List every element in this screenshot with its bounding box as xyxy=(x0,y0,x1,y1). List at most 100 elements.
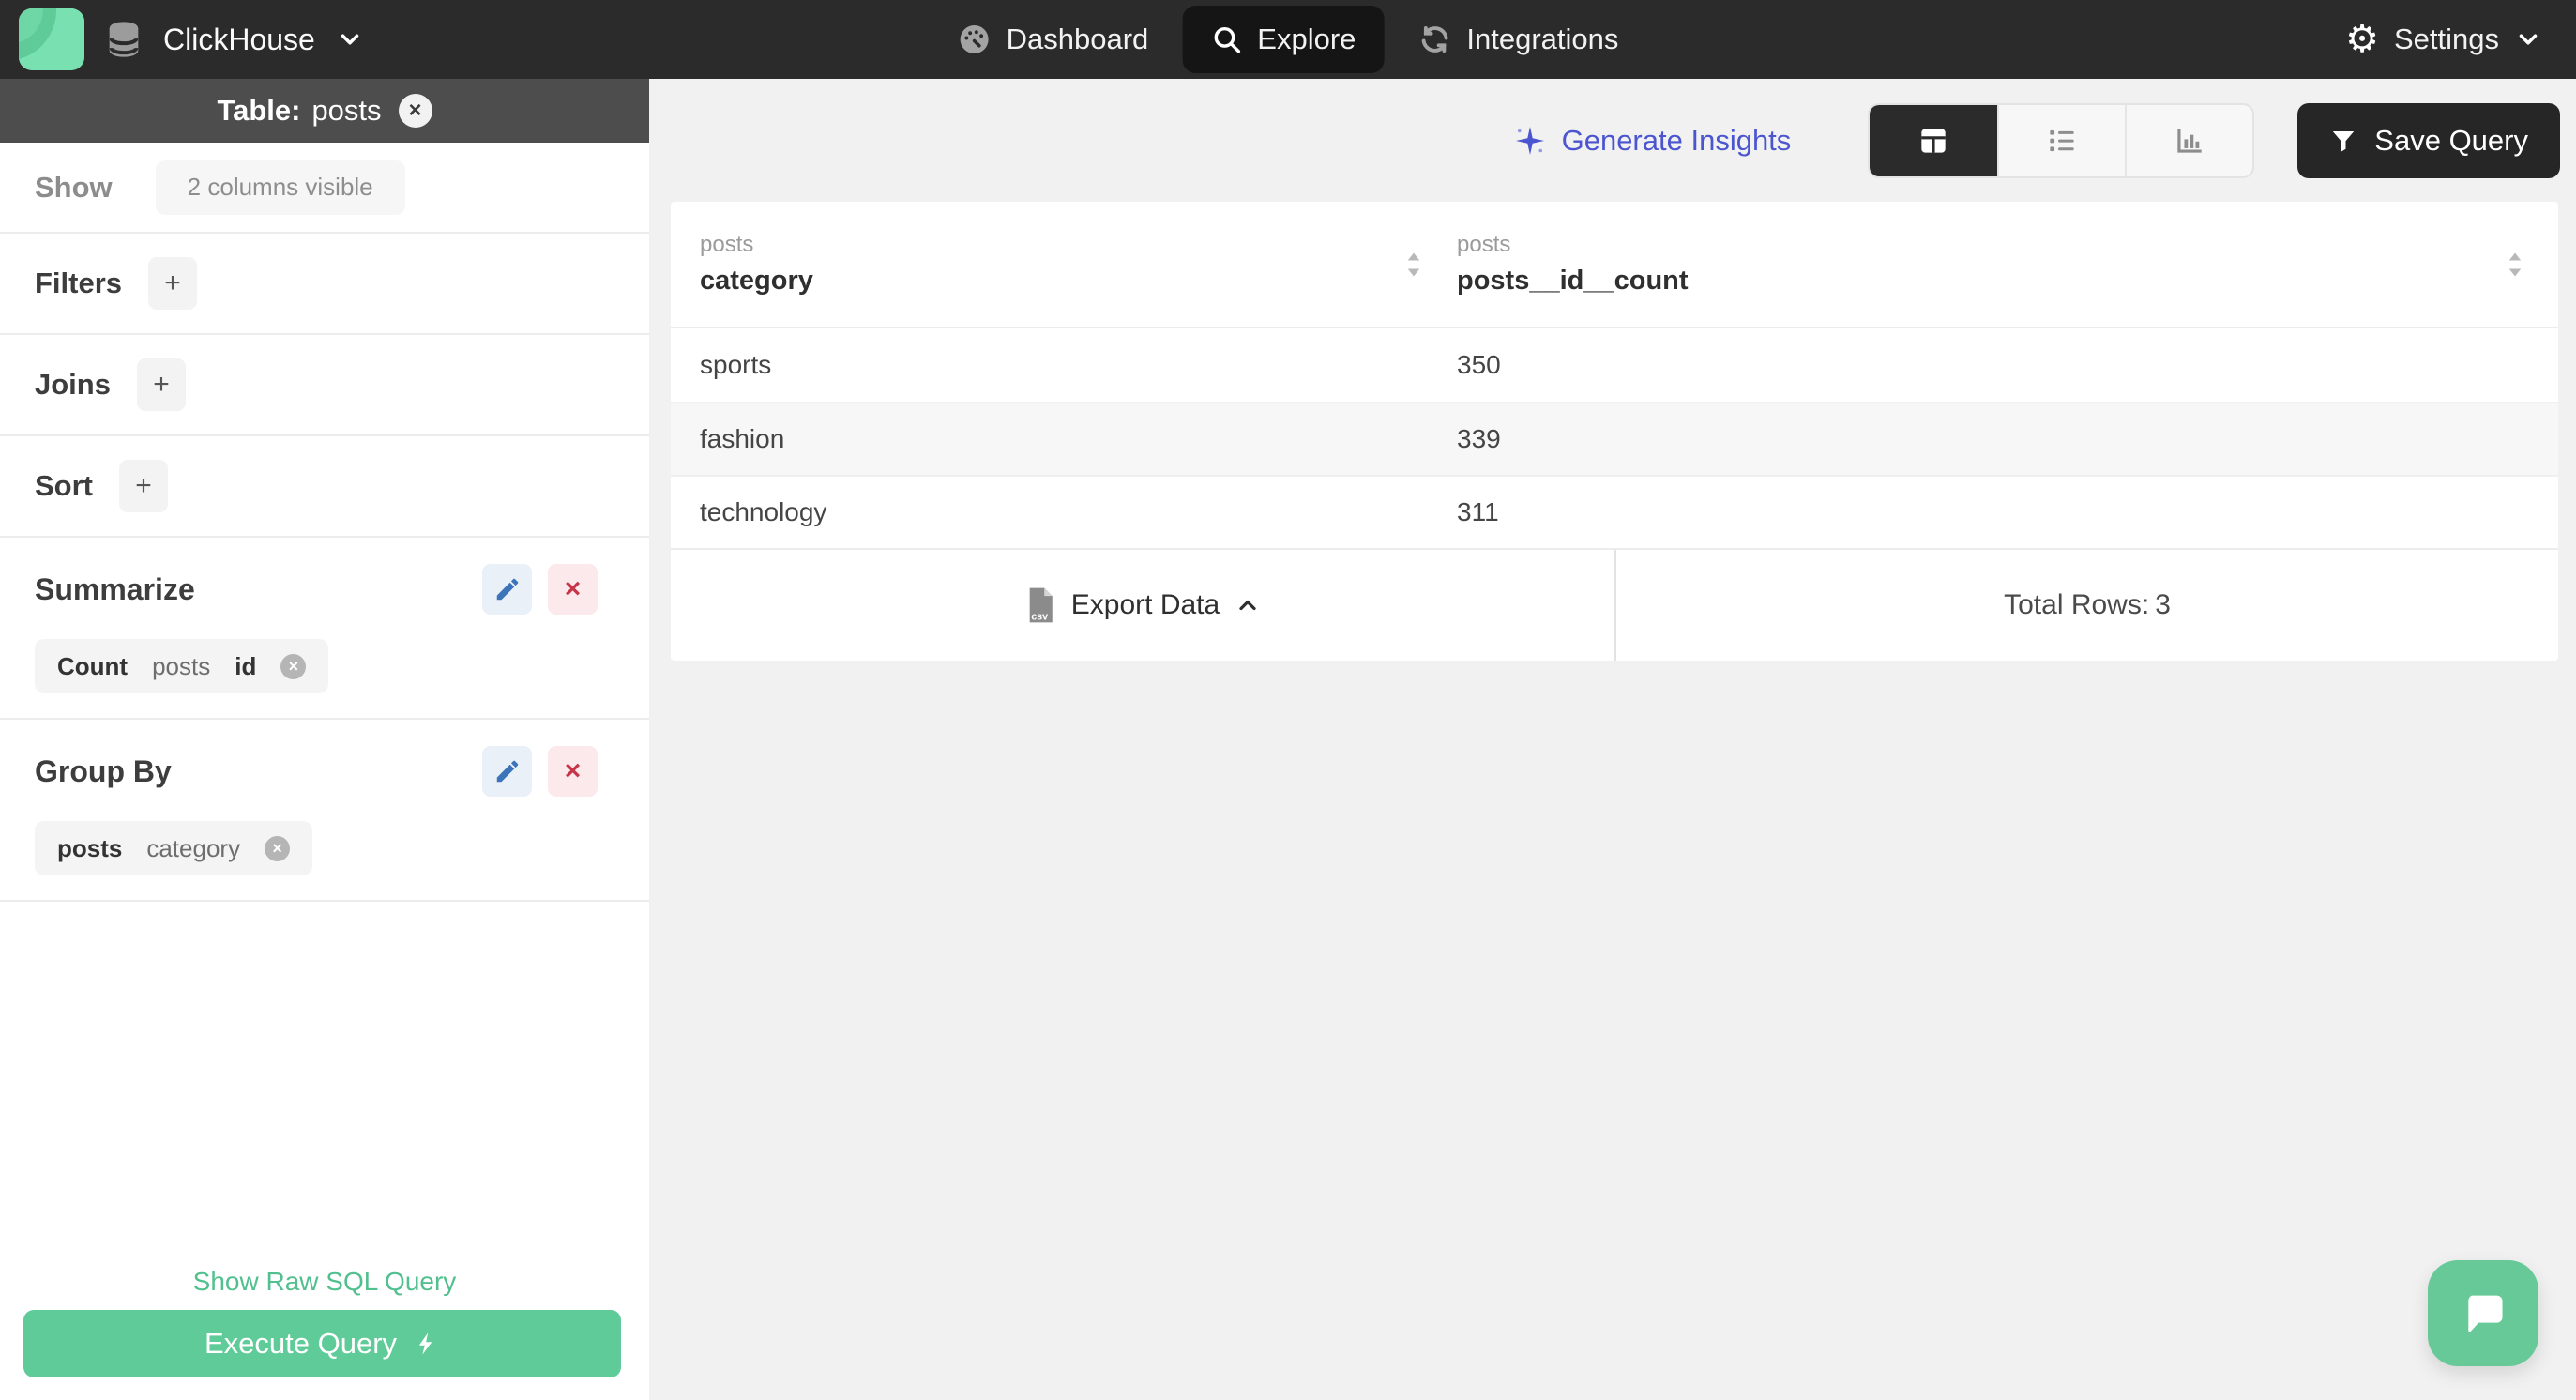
x-icon: × xyxy=(564,755,582,786)
sync-icon xyxy=(1417,23,1451,56)
cell-category: technology xyxy=(700,497,827,526)
query-builder-sidebar: Table: posts × Show 2 columns visible Fi… xyxy=(0,79,649,1400)
export-data-label: Export Data xyxy=(1070,589,1220,620)
sidebar-footer: Show Raw SQL Query Execute Query xyxy=(0,1231,649,1400)
chat-bubble-icon xyxy=(2456,1286,2510,1341)
settings-menu[interactable]: ⚙ Settings xyxy=(2345,21,2542,58)
summarize-section: Summarize × Count posts id × xyxy=(0,538,649,720)
nav-label: Dashboard xyxy=(1006,23,1149,55)
results-table: posts category posts posts__id__count sp… xyxy=(671,202,2558,661)
sort-toggle-icon[interactable] xyxy=(2502,249,2528,281)
column-header-count[interactable]: posts posts__id__count xyxy=(1457,202,2558,327)
column-group: posts xyxy=(1457,232,1511,257)
column-group: posts xyxy=(700,232,754,257)
column-header-category[interactable]: posts category xyxy=(671,202,1457,327)
column-name: category xyxy=(700,266,813,296)
nav-item-integrations[interactable]: Integrations xyxy=(1417,23,1618,56)
remove-table-button[interactable]: × xyxy=(398,94,432,128)
cell-category: sports xyxy=(700,350,772,379)
columns-visible-chip[interactable]: 2 columns visible xyxy=(155,160,405,215)
group-by-section: Group By × posts category × xyxy=(0,720,649,902)
settings-label: Settings xyxy=(2393,23,2499,55)
joins-section: Joins + xyxy=(0,335,649,436)
execute-query-label: Execute Query xyxy=(204,1327,398,1360)
results-toolbar: Generate Insights Save Query xyxy=(649,79,2576,202)
remove-chip-button[interactable]: × xyxy=(265,835,291,861)
generate-insights-label: Generate Insights xyxy=(1561,123,1792,157)
remove-group-by-button[interactable]: × xyxy=(548,746,598,797)
cell-category: fashion xyxy=(700,424,785,453)
table-view-button[interactable] xyxy=(1870,104,1998,176)
chip-aggregate: Count xyxy=(57,651,129,680)
execute-query-button[interactable]: Execute Query xyxy=(23,1310,621,1377)
table-row[interactable]: fashion 339 xyxy=(671,402,2558,475)
chevron-down-icon xyxy=(336,25,364,53)
generate-insights-link[interactable]: Generate Insights xyxy=(1513,123,1792,158)
group-by-chip: posts category × xyxy=(35,821,313,875)
chip-table: posts xyxy=(57,833,123,862)
view-toggle-group xyxy=(1868,102,2255,178)
remove-chip-button[interactable]: × xyxy=(280,653,307,679)
chart-view-button[interactable] xyxy=(2125,104,2252,176)
joins-label: Joins xyxy=(35,368,111,401)
chip-column: id xyxy=(235,651,257,680)
caret-up-icon xyxy=(1235,592,1261,618)
chip-column: category xyxy=(146,833,241,862)
plus-icon: + xyxy=(164,267,181,298)
add-join-button[interactable]: + xyxy=(136,358,186,411)
add-filter-button[interactable]: + xyxy=(148,257,198,310)
nav-item-explore[interactable]: Explore xyxy=(1182,6,1385,73)
clickhouse-logo-icon xyxy=(19,8,84,70)
filters-label: Filters xyxy=(35,266,123,299)
table-name: posts xyxy=(311,94,382,127)
gear-icon: ⚙ xyxy=(2345,19,2379,60)
pencil-icon xyxy=(493,757,522,785)
nav-label: Integrations xyxy=(1466,23,1619,55)
table-view-icon xyxy=(1916,123,1951,159)
add-sort-button[interactable]: + xyxy=(119,460,168,512)
plus-icon: + xyxy=(153,369,170,400)
sparkle-icon xyxy=(1513,124,1547,158)
list-view-button[interactable] xyxy=(1997,104,2125,176)
save-query-button[interactable]: Save Query xyxy=(2297,102,2560,178)
brand[interactable]: ClickHouse xyxy=(19,8,364,70)
nav-label: Explore xyxy=(1257,23,1356,55)
nav-item-dashboard[interactable]: Dashboard xyxy=(958,23,1149,56)
column-name: posts__id__count xyxy=(1457,266,1689,296)
cell-count: 311 xyxy=(1457,497,1499,526)
summarize-title: Summarize xyxy=(35,571,195,606)
show-section: Show 2 columns visible xyxy=(0,143,649,234)
sort-section: Sort + xyxy=(0,436,649,538)
table-row[interactable]: sports 350 xyxy=(671,328,2558,402)
plus-icon: + xyxy=(135,470,152,501)
total-rows-indicator: Total Rows: 3 xyxy=(1614,550,2558,661)
filters-section: Filters + xyxy=(0,234,649,335)
chip-table: posts xyxy=(152,651,211,680)
close-icon: × xyxy=(288,656,299,676)
group-by-title: Group By xyxy=(35,753,172,788)
table-row[interactable]: technology 311 xyxy=(671,475,2558,548)
gauge-icon xyxy=(958,23,992,56)
pencil-icon xyxy=(493,575,522,603)
close-icon: × xyxy=(272,838,282,858)
lightning-bolt-icon xyxy=(414,1331,440,1357)
table-header-bar: Table: posts × xyxy=(0,79,649,143)
sort-label: Sort xyxy=(35,469,93,502)
chevron-down-icon xyxy=(2514,25,2542,53)
summarize-chip: Count posts id × xyxy=(35,639,329,693)
total-rows-label: Total Rows: xyxy=(2004,589,2150,620)
results-area: Generate Insights Save Query posts categ… xyxy=(649,79,2576,1400)
x-icon: × xyxy=(564,573,582,604)
sort-toggle-icon[interactable] xyxy=(1401,249,1427,281)
show-raw-sql-link[interactable]: Show Raw SQL Query xyxy=(0,1267,649,1297)
remove-summarize-button[interactable]: × xyxy=(548,564,598,615)
top-nav: ClickHouse Dashboard Explore Integration… xyxy=(0,0,2576,79)
edit-group-by-button[interactable] xyxy=(482,746,532,797)
edit-summarize-button[interactable] xyxy=(482,564,532,615)
export-data-button[interactable]: csv Export Data xyxy=(671,550,1614,661)
chat-widget-button[interactable] xyxy=(2428,1260,2538,1366)
table-header-row: posts category posts posts__id__count xyxy=(671,202,2558,328)
table-footer: csv Export Data Total Rows: 3 xyxy=(671,548,2558,661)
list-view-icon xyxy=(2044,123,2080,159)
database-icon xyxy=(105,21,143,58)
